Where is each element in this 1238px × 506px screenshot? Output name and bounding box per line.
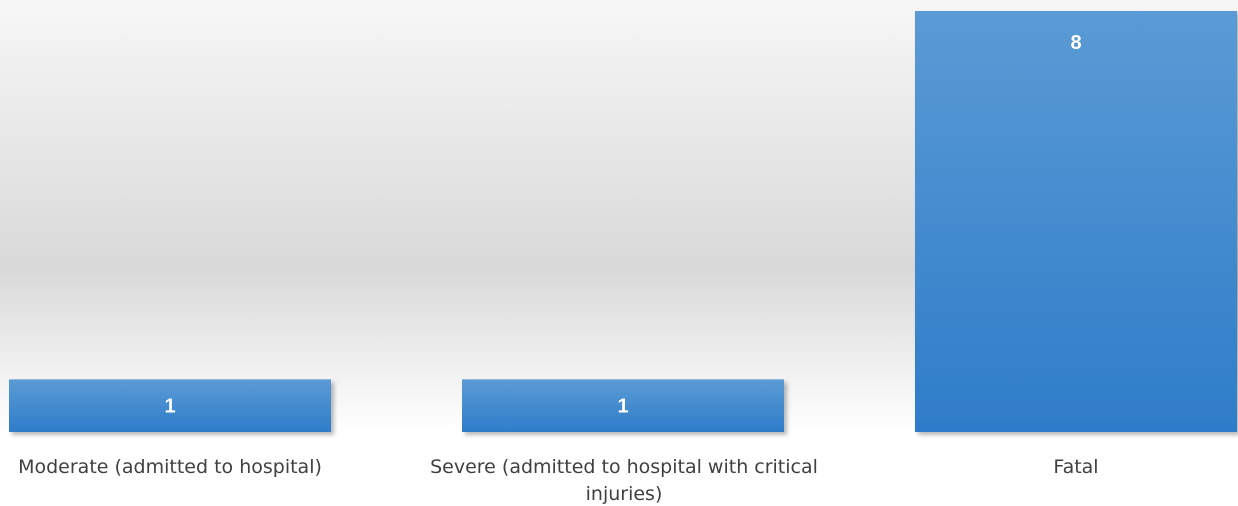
category-tick-label: Fatal <box>1053 456 1098 478</box>
category-tick-label: Moderate (admitted to hospital) <box>18 456 322 478</box>
chart-canvas: 1 1 8 Moderate (admitted to hospital) Sever… <box>0 0 1238 505</box>
bar-chart: 1 1 8 Moderate (admitted to hospital) Sever… <box>0 0 1238 506</box>
bar-value-label: 1 <box>164 396 175 418</box>
bar-value-label: 1 <box>617 396 628 418</box>
category-tick-label: injuries) <box>586 483 663 505</box>
bar <box>915 11 1237 432</box>
category-tick-label: Severe (admitted to hospital with critic… <box>430 456 818 478</box>
bar-value-label: 8 <box>1070 32 1081 54</box>
category-axis: Moderate (admitted to hospital) Severe (a… <box>18 456 1099 505</box>
